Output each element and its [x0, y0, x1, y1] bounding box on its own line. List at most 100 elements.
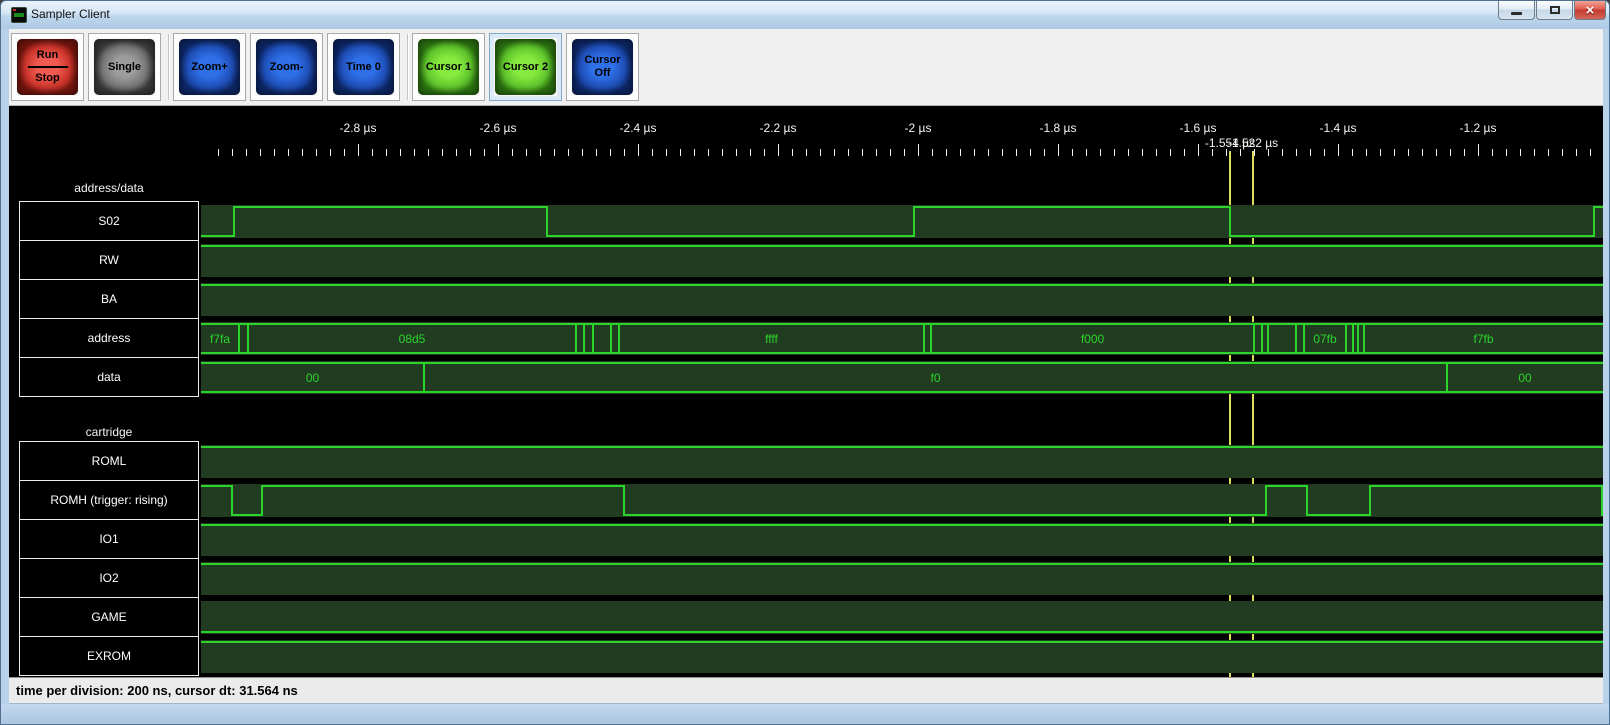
- status-text: time per division: 200 ns, cursor dt: 31…: [16, 683, 298, 698]
- toolbar-frame-single: Single: [88, 33, 161, 101]
- ruler-major-tick: [1478, 144, 1479, 156]
- ruler-label-1-4-s: -1.4 µs: [1319, 121, 1357, 135]
- ruler-minor-tick: [1226, 149, 1227, 156]
- ruler-minor-tick: [302, 149, 303, 156]
- single-button[interactable]: Single: [94, 39, 155, 95]
- ruler-major-tick: [358, 144, 359, 156]
- signal-label-address[interactable]: address: [19, 318, 199, 358]
- waveform-s02: [201, 206, 1603, 237]
- ruler-minor-tick: [540, 149, 541, 156]
- ruler-minor-tick: [1310, 149, 1311, 156]
- ruler-label-1-6-s: -1.6 µs: [1179, 121, 1217, 135]
- ruler-minor-tick: [1408, 149, 1409, 156]
- ruler-minor-tick: [1548, 149, 1549, 156]
- run-stop-label: Run: [36, 49, 59, 61]
- signal-label-s02[interactable]: S02: [19, 201, 199, 241]
- single-label: Single: [107, 60, 141, 73]
- run-stop-button[interactable]: Run Stop: [17, 39, 78, 95]
- cursor-1-label: Cursor 1: [425, 60, 472, 73]
- time-0-button[interactable]: Time 0: [333, 39, 394, 95]
- ruler-minor-tick: [428, 149, 429, 156]
- ruler-minor-tick: [1002, 149, 1003, 156]
- signal-label-data[interactable]: data: [19, 357, 199, 397]
- toolbar-frame-zoom-out: Zoom-: [250, 33, 323, 101]
- maximize-button[interactable]: [1536, 1, 1573, 20]
- svg-text:f000: f000: [1081, 332, 1105, 346]
- signal-band-rw: [201, 244, 1603, 277]
- ruler-major-tick: [1198, 144, 1199, 156]
- run-stop-label: Stop: [35, 72, 60, 84]
- signal-label-io2[interactable]: IO2: [19, 558, 199, 598]
- cursor-1-button[interactable]: Cursor 1: [418, 39, 479, 95]
- zoom-in-button[interactable]: Zoom+: [179, 39, 240, 95]
- ruler-minor-tick: [736, 149, 737, 156]
- ruler-minor-tick: [848, 149, 849, 156]
- signal-label-roml[interactable]: ROML: [19, 441, 199, 481]
- ruler-minor-tick: [1324, 149, 1325, 156]
- ruler-minor-tick: [1128, 149, 1129, 156]
- ruler-minor-tick: [932, 149, 933, 156]
- titlebar[interactable]: Sampler Client ×: [1, 1, 1609, 29]
- ruler-minor-tick: [1492, 149, 1493, 156]
- cursor-off-label: Off: [594, 67, 611, 79]
- ruler-minor-tick: [596, 149, 597, 156]
- ruler-minor-tick: [1394, 149, 1395, 156]
- ruler-minor-tick: [260, 149, 261, 156]
- close-button[interactable]: ×: [1574, 1, 1606, 20]
- ruler-minor-tick: [512, 149, 513, 156]
- ruler-major-tick: [918, 144, 919, 156]
- cursor-2-button[interactable]: Cursor 2: [495, 39, 556, 95]
- ruler-minor-tick: [470, 149, 471, 156]
- signal-label-rw[interactable]: RW: [19, 240, 199, 280]
- ruler-minor-tick: [1436, 149, 1437, 156]
- cursor-off-button[interactable]: Cursor Off: [572, 39, 633, 95]
- waveform-address: f7fa 08d5 ffff f000 07fb f7fb: [201, 323, 1603, 354]
- minimize-icon: [1511, 12, 1522, 15]
- app-icon: [11, 7, 27, 23]
- toolbar-frame-zoom-in: Zoom+: [173, 33, 246, 101]
- ruler-minor-tick: [274, 149, 275, 156]
- signal-band-data: 00 f0 00: [201, 361, 1603, 394]
- group-label-cartridge: cartridge: [85, 425, 133, 439]
- window-title: Sampler Client: [31, 7, 110, 21]
- ruler-minor-tick: [960, 149, 961, 156]
- run-stop-divider: [27, 66, 68, 68]
- ruler-minor-tick: [1114, 149, 1115, 156]
- window-bottom-border: [1, 704, 1609, 724]
- ruler-minor-tick: [344, 149, 345, 156]
- ruler-minor-tick: [456, 149, 457, 156]
- signal-label-exrom[interactable]: EXROM: [19, 636, 199, 676]
- zoom-out-label: Zoom-: [269, 60, 304, 73]
- ruler-minor-tick: [904, 149, 905, 156]
- ruler-minor-tick: [652, 149, 653, 156]
- ruler-minor-tick: [1044, 149, 1045, 156]
- group-label-address-data: address/data: [74, 181, 144, 195]
- signal-band-io2: [201, 562, 1603, 595]
- signal-label-game[interactable]: GAME: [19, 597, 199, 637]
- signal-label-romh-trigger-rising[interactable]: ROMH (trigger: rising): [19, 480, 199, 520]
- ruler-minor-tick: [1184, 149, 1185, 156]
- ruler-minor-tick: [1142, 149, 1143, 156]
- waveform-data: 00 f0 00: [201, 362, 1603, 393]
- signal-band-io1: [201, 523, 1603, 556]
- zoom-out-button[interactable]: Zoom-: [256, 39, 317, 95]
- ruler-minor-tick: [1030, 149, 1031, 156]
- ruler-major-tick: [498, 144, 499, 156]
- ruler-minor-tick: [582, 149, 583, 156]
- ruler-minor-tick: [1352, 149, 1353, 156]
- toolbar-frame-cursor-1: Cursor 1: [412, 33, 485, 101]
- ruler-minor-tick: [722, 149, 723, 156]
- svg-text:f7fb: f7fb: [1473, 332, 1493, 346]
- ruler-minor-tick: [1506, 149, 1507, 156]
- ruler-minor-tick: [680, 149, 681, 156]
- ruler-minor-tick: [1086, 149, 1087, 156]
- ruler-minor-tick: [414, 149, 415, 156]
- ruler-minor-tick: [1422, 149, 1423, 156]
- signal-label-ba[interactable]: BA: [19, 279, 199, 319]
- signal-label-io1[interactable]: IO1: [19, 519, 199, 559]
- ruler-minor-tick: [386, 149, 387, 156]
- minimize-button[interactable]: [1498, 1, 1535, 20]
- waveform-area[interactable]: -2.8 µs -2.6 µs -2.4 µs -2.2 µs -2 µs -1.8 µs…: [9, 106, 1603, 677]
- svg-text:08d5: 08d5: [399, 332, 426, 346]
- ruler-minor-tick: [372, 149, 373, 156]
